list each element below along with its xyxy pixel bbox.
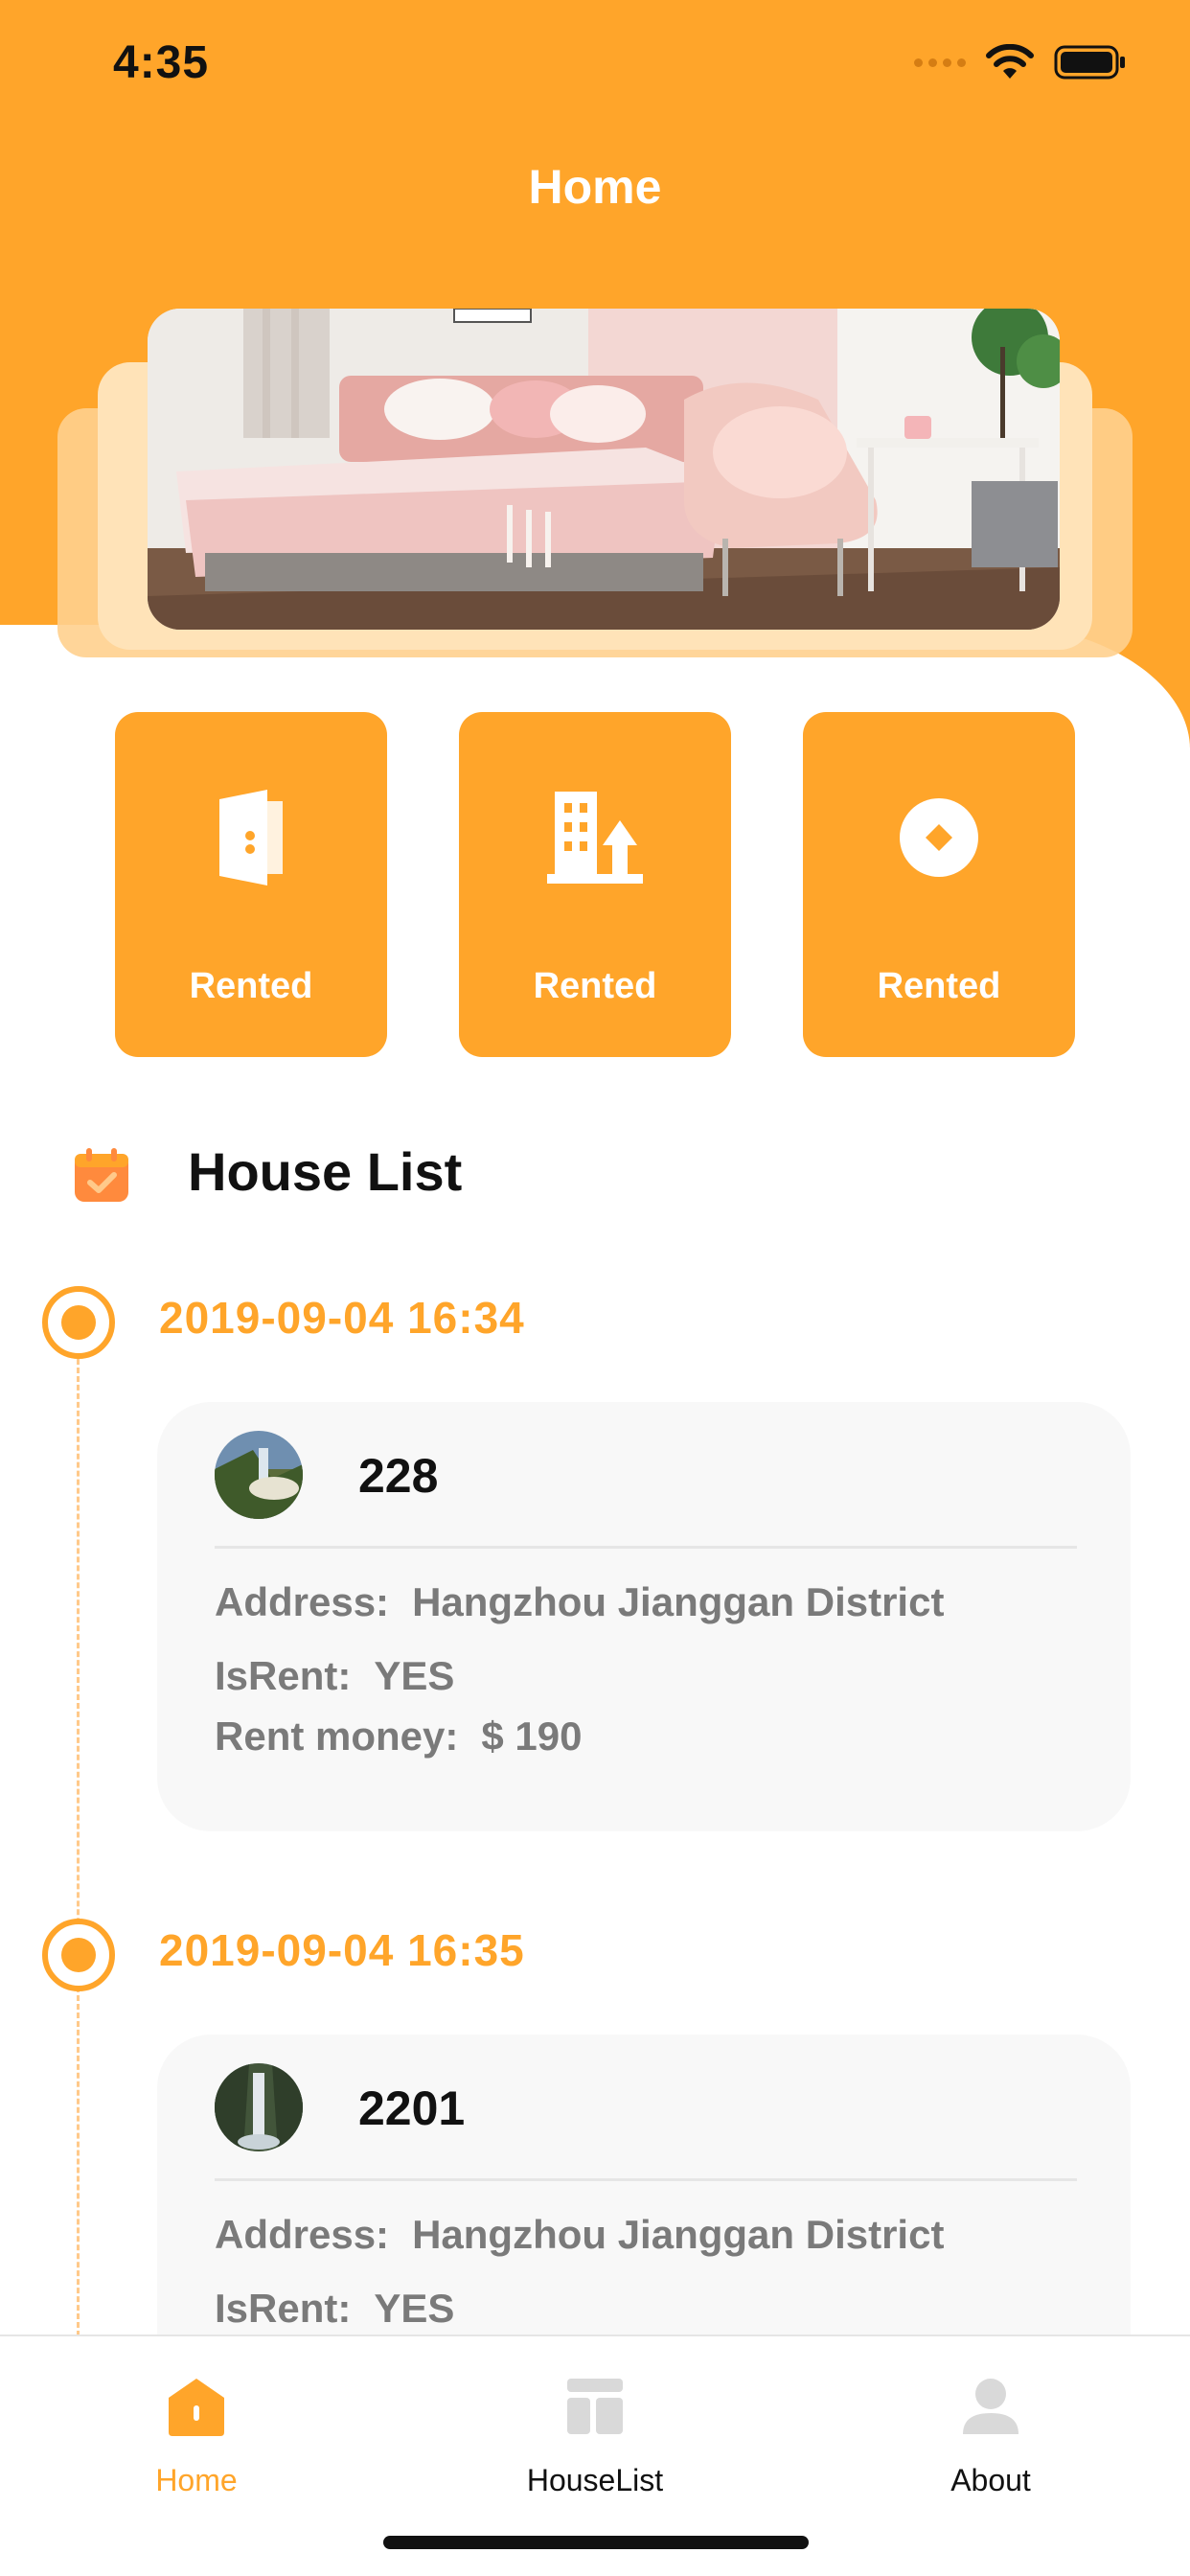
tab-label: HouseList (526, 2463, 664, 2497)
isrent-row: IsRent: YES (215, 2286, 454, 2332)
timeline-dot (42, 1286, 115, 1359)
address-row: Address: Hangzhou Jianggan District (215, 2212, 944, 2258)
divider (215, 1546, 1077, 1549)
calendar-check-icon (73, 1146, 130, 1204)
address-value: Hangzhou Jianggan District (412, 1579, 945, 1624)
wifi-icon (985, 44, 1035, 80)
tab-houselist[interactable]: HouseList (480, 2356, 710, 2497)
isrent-value: YES (374, 1653, 455, 1698)
battery-icon (1054, 44, 1127, 80)
tab-label: About (950, 2463, 1031, 2497)
isrent-value: YES (374, 2286, 455, 2331)
isrent-label: IsRent: (215, 1653, 352, 1698)
timeline-date: 2019-09-04 16:34 (159, 1293, 525, 1343)
isrent-label: IsRent: (215, 2286, 352, 2331)
divider (215, 2178, 1077, 2181)
person-icon (959, 2375, 1022, 2438)
timeline-line (77, 1359, 80, 2336)
tab-home[interactable]: Home (81, 2356, 311, 2497)
home-indicator (383, 2536, 809, 2549)
rented-tile-building[interactable]: Rented (459, 712, 731, 1057)
address-row: Address: Hangzhou Jianggan District (215, 1579, 944, 1625)
timeline-date: 2019-09-04 16:35 (159, 1925, 525, 1975)
house-avatar (215, 2063, 303, 2151)
address-label: Address: (215, 1579, 390, 1624)
signal-icon (914, 58, 966, 67)
banner-image-bedroom[interactable] (148, 309, 1060, 630)
rented-tile-door[interactable]: Rented (115, 712, 387, 1057)
house-name: 2201 (358, 2082, 466, 2135)
status-icons (914, 44, 1127, 80)
tile-label: Rented (877, 966, 1001, 1006)
door-icon (198, 785, 304, 890)
status-time: 4:35 (113, 37, 210, 88)
section-title: House List (188, 1141, 463, 1202)
home-icon (165, 2375, 228, 2438)
rent-money-value: $ 190 (481, 1714, 583, 1759)
page-title: Home (528, 160, 662, 214)
isrent-row: IsRent: YES (215, 1653, 454, 1699)
tab-label: Home (155, 2463, 238, 2497)
house-avatar (215, 1431, 303, 1519)
tile-label: Rented (189, 966, 313, 1006)
house-card[interactable]: 228 Address: Hangzhou Jianggan District I… (157, 1402, 1131, 1831)
rent-money-label: Rent money: (215, 1714, 459, 1759)
address-label: Address: (215, 2212, 390, 2257)
coin-icon (886, 785, 992, 890)
timeline-dot (42, 1919, 115, 1991)
tile-label: Rented (533, 966, 657, 1006)
list-layout-icon (563, 2375, 627, 2438)
address-value: Hangzhou Jianggan District (412, 2212, 945, 2257)
rented-tile-coin[interactable]: Rented (803, 712, 1075, 1057)
tab-about[interactable]: About (876, 2356, 1106, 2497)
house-name: 228 (358, 1449, 439, 1503)
building-icon (542, 785, 648, 890)
rent-money-row: Rent money: $ 190 (215, 1714, 582, 1760)
